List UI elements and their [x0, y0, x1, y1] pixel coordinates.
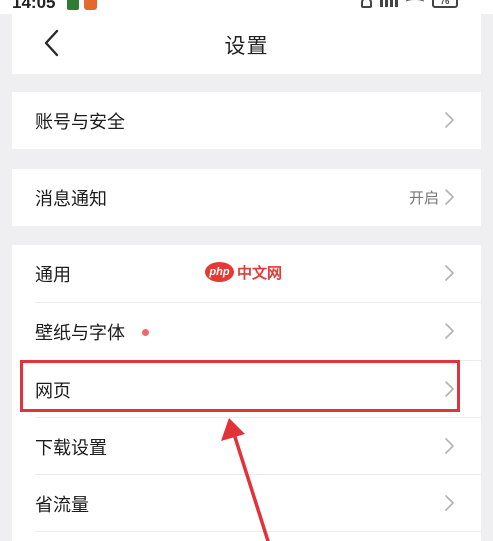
mute-bell-icon	[361, 0, 372, 8]
highlight-annotation-box	[20, 360, 460, 412]
settings-item-label: 账号与安全	[35, 112, 125, 133]
status-bar: 14:05 76	[0, 0, 493, 14]
chevron-right-icon	[445, 323, 454, 339]
settings-item-label: 消息通知	[35, 189, 107, 210]
settings-item-download[interactable]: 下载设置	[12, 418, 481, 475]
page-title: 设置	[224, 34, 269, 58]
app-notification-icon	[67, 0, 79, 10]
app-notification-icon	[84, 0, 97, 10]
settings-item-data-saver[interactable]: 省流量	[12, 475, 481, 532]
signal-icon	[380, 0, 398, 7]
settings-item-label: 下载设置	[35, 438, 107, 459]
watermark-logo: php	[205, 262, 234, 282]
status-time: 14:05	[12, 0, 56, 12]
settings-item-notifications[interactable]: 消息通知 开启	[12, 169, 481, 226]
watermark-text: 中文网	[237, 263, 283, 282]
status-icons: 76	[361, 0, 458, 9]
battery-level: 76	[440, 0, 450, 6]
settings-group-account: 账号与安全	[12, 92, 481, 149]
wifi-icon	[406, 0, 424, 7]
watermark: php 中文网	[205, 261, 282, 283]
divider	[35, 531, 481, 532]
chevron-right-icon	[445, 265, 454, 281]
settings-item-label: 省流量	[35, 495, 89, 516]
settings-item-label: 壁纸与字体	[35, 323, 125, 344]
battery-icon: 76	[432, 0, 458, 8]
settings-item-account-security[interactable]: 账号与安全	[12, 92, 481, 149]
header: 设置	[12, 14, 481, 74]
chevron-right-icon	[445, 112, 454, 128]
chevron-right-icon	[445, 438, 454, 454]
settings-item-wallpaper-font[interactable]: 壁纸与字体	[12, 303, 481, 360]
chevron-right-icon	[445, 189, 454, 205]
notification-status: 开启	[408, 189, 439, 207]
settings-group-notifications: 消息通知 开启	[12, 169, 481, 226]
settings-item-label: 通用	[35, 265, 71, 286]
chevron-right-icon	[445, 495, 454, 511]
new-badge-dot	[142, 329, 149, 336]
